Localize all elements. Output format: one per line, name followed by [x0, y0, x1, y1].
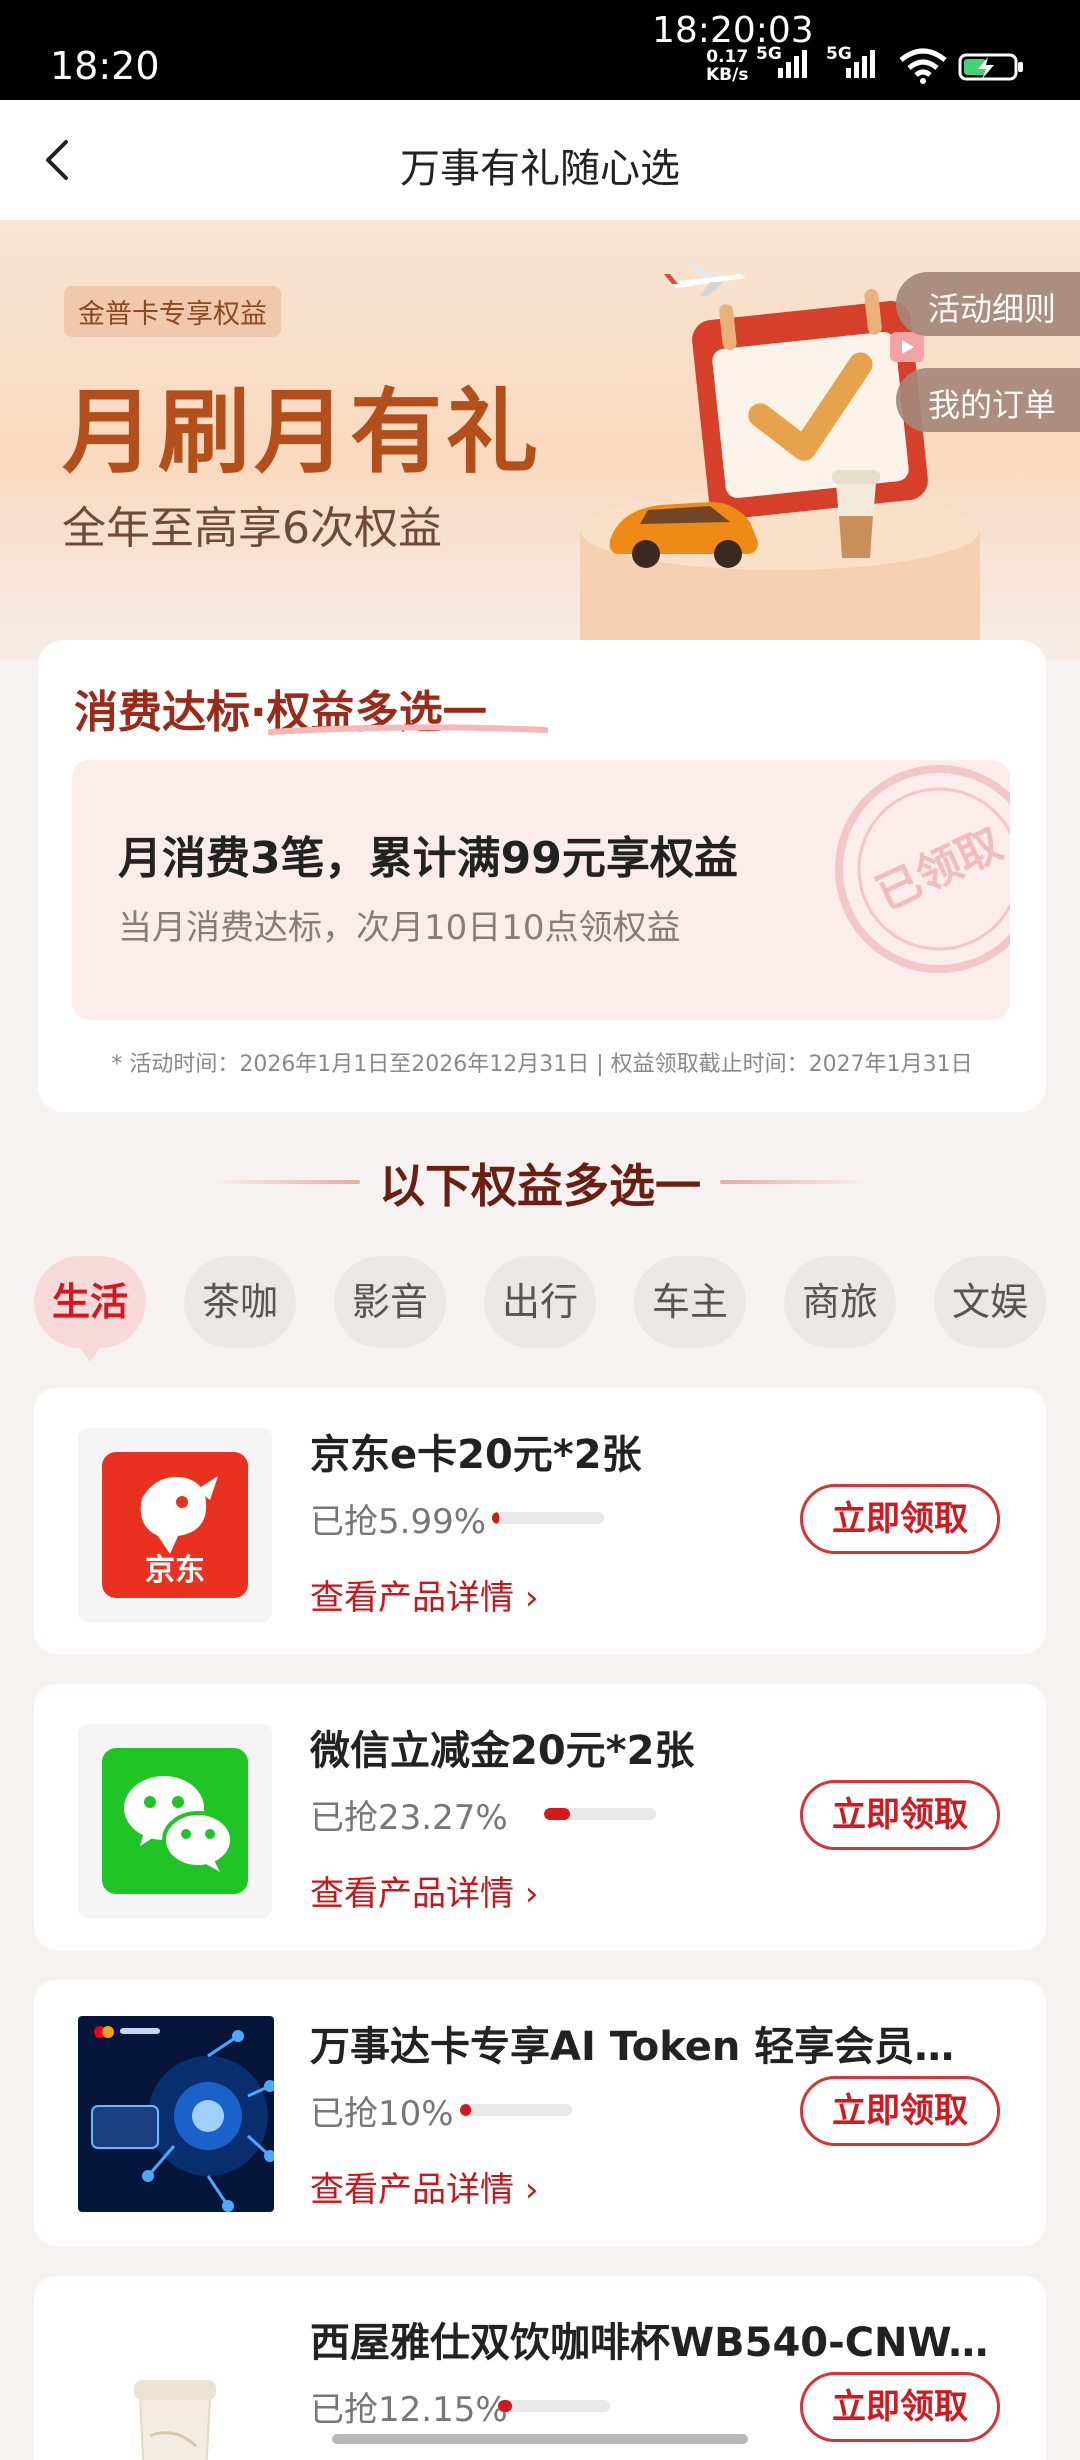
status-bar: 18:20 18:20:03 0.17 KB/s 5G 5G [0, 0, 1080, 100]
tab-travel[interactable]: 出行 [484, 1256, 596, 1348]
signal-icon [778, 46, 807, 78]
coffee-cup-icon [134, 2380, 216, 2460]
battery-icon [958, 53, 1023, 81]
tab-business-travel[interactable]: 商旅 [784, 1256, 896, 1348]
product-name: 京东e卡20元*2张 [310, 1432, 642, 1478]
tab-car-owner[interactable]: 车主 [634, 1256, 746, 1348]
wechat-icon [102, 1748, 248, 1894]
claimed-stamp-icon: 已领取 [835, 765, 1010, 973]
product-details-label: 查看产品详情 [310, 1578, 514, 1618]
eligibility-card: 消费达标·权益多选一 已领取 月消费3笔，累计满99元享权益 当月消费达标，次月… [38, 640, 1046, 1112]
wechat-logo [78, 1724, 272, 1918]
claimed-progress-bar [492, 1512, 604, 1524]
chevron-right-icon: › [524, 1874, 539, 1914]
product-details-label: 查看产品详情 [310, 2170, 514, 2210]
product-details-link[interactable]: 查看产品详情 › [310, 2162, 538, 2211]
chevron-right-icon: › [524, 2170, 539, 2210]
page-title: 万事有礼随心选 [400, 146, 680, 192]
eligibility-box: 已领取 月消费3笔，累计满99元享权益 当月消费达标，次月10日10点领权益 [72, 760, 1010, 1020]
product-details-link[interactable]: 查看产品详情 › [310, 1570, 538, 1619]
rules-button[interactable]: 活动细则 [895, 272, 1080, 336]
signal-icon-2 [846, 46, 875, 78]
product-details-link[interactable]: 查看产品详情 › [310, 1866, 538, 1915]
claim-button[interactable]: 立即领取 [800, 2076, 1000, 2146]
product-card-coffee-cup[interactable]: 西屋雅仕双饮咖啡杯WB540-CNW... 已抢12.15% 立即领取 [34, 2276, 1046, 2460]
card-tier-badge: 金普卡专享权益 [64, 286, 281, 337]
tab-life[interactable]: 生活 [34, 1256, 146, 1362]
eligibility-schedule: 当月消费达标，次月10日10点领权益 [118, 908, 681, 948]
claim-button[interactable]: 立即领取 [800, 2372, 1000, 2442]
product-card-wechat[interactable]: 微信立减金20元*2张 已抢23.27% 查看产品详情 › 立即领取 [34, 1684, 1046, 1950]
stamp-text: 已领取 [869, 818, 1010, 920]
claimed-progress-fill [544, 1808, 571, 1820]
claimed-progress-fill [460, 2104, 472, 2116]
claimed-progress-fill [492, 1512, 499, 1524]
tab-tea-coffee[interactable]: 茶咖 [184, 1256, 296, 1348]
claimed-percent: 已抢12.15% [310, 2390, 508, 2430]
network-speed: 0.17 KB/s [706, 48, 748, 84]
claimed-percent: 已抢23.27% [310, 1798, 508, 1838]
claimed-percent: 已抢10% [310, 2094, 454, 2134]
claimed-progress-bar [460, 2104, 572, 2116]
ai-chip-icon [78, 2016, 274, 2212]
network-speed-value: 0.17 [706, 47, 749, 67]
product-card-ai-token[interactable]: 万事达卡专享AI Token 轻享会员（... 已抢10% 查看产品详情 › 立… [34, 1980, 1046, 2246]
activity-period-note: * 活动时间：2026年1月1日至2026年12月31日 | 权益领取截止时间：… [111, 1052, 973, 1077]
product-name: 西屋雅仕双饮咖啡杯WB540-CNW... [310, 2320, 990, 2366]
claimed-progress-bar [498, 2400, 610, 2412]
jd-logo-text: 京东 [145, 1553, 205, 1588]
product-name: 微信立减金20元*2张 [310, 1728, 695, 1774]
status-time: 18:20 [50, 44, 160, 88]
tab-video-music[interactable]: 影音 [334, 1256, 446, 1348]
wifi-icon [899, 48, 947, 84]
network-speed-unit: KB/s [706, 65, 749, 85]
jd-dog-icon: 京东 [102, 1452, 248, 1598]
tab-entertainment[interactable]: 文娱 [934, 1256, 1046, 1348]
promo-title: 月刷月有礼 [62, 379, 543, 486]
claimed-progress-bar [544, 1808, 656, 1820]
benefits-section-heading: 以下权益多选一 [379, 1159, 701, 1213]
promo-subtitle: 全年至高享6次权益 [62, 503, 442, 554]
product-details-label: 查看产品详情 [310, 1874, 514, 1914]
claimed-progress-fill [498, 2400, 512, 2412]
product-card-jd[interactable]: 京东 京东e卡20元*2张 已抢5.99% 查看产品详情 › 立即领取 [34, 1388, 1046, 1654]
category-tabs: 生活 茶咖 影音 出行 车主 商旅 文娱 [34, 1256, 1080, 1362]
claim-button[interactable]: 立即领取 [800, 1780, 1000, 1850]
ai-token-image [78, 2016, 274, 2212]
my-orders-button[interactable]: 我的订单 [895, 368, 1080, 432]
claimed-percent: 已抢5.99% [310, 1502, 487, 1542]
chevron-right-icon: › [524, 1578, 539, 1618]
eligibility-requirement: 月消费3笔，累计满99元享权益 [118, 833, 738, 884]
home-indicator[interactable] [332, 2434, 748, 2444]
coffee-cup-image [78, 2316, 272, 2460]
jd-logo: 京东 [78, 1428, 272, 1622]
product-name: 万事达卡专享AI Token 轻享会员（... [310, 2024, 990, 2070]
heading-underline [268, 724, 548, 735]
claim-button[interactable]: 立即领取 [800, 1484, 1000, 1554]
status-clock: 18:20:03 [652, 10, 814, 51]
promo-banner: 金普卡专享权益 月刷月有礼 全年至高享6次权益 活动细则 我的订单 [0, 220, 1080, 660]
top-nav-bar: 万事有礼随心选 [0, 100, 1080, 220]
